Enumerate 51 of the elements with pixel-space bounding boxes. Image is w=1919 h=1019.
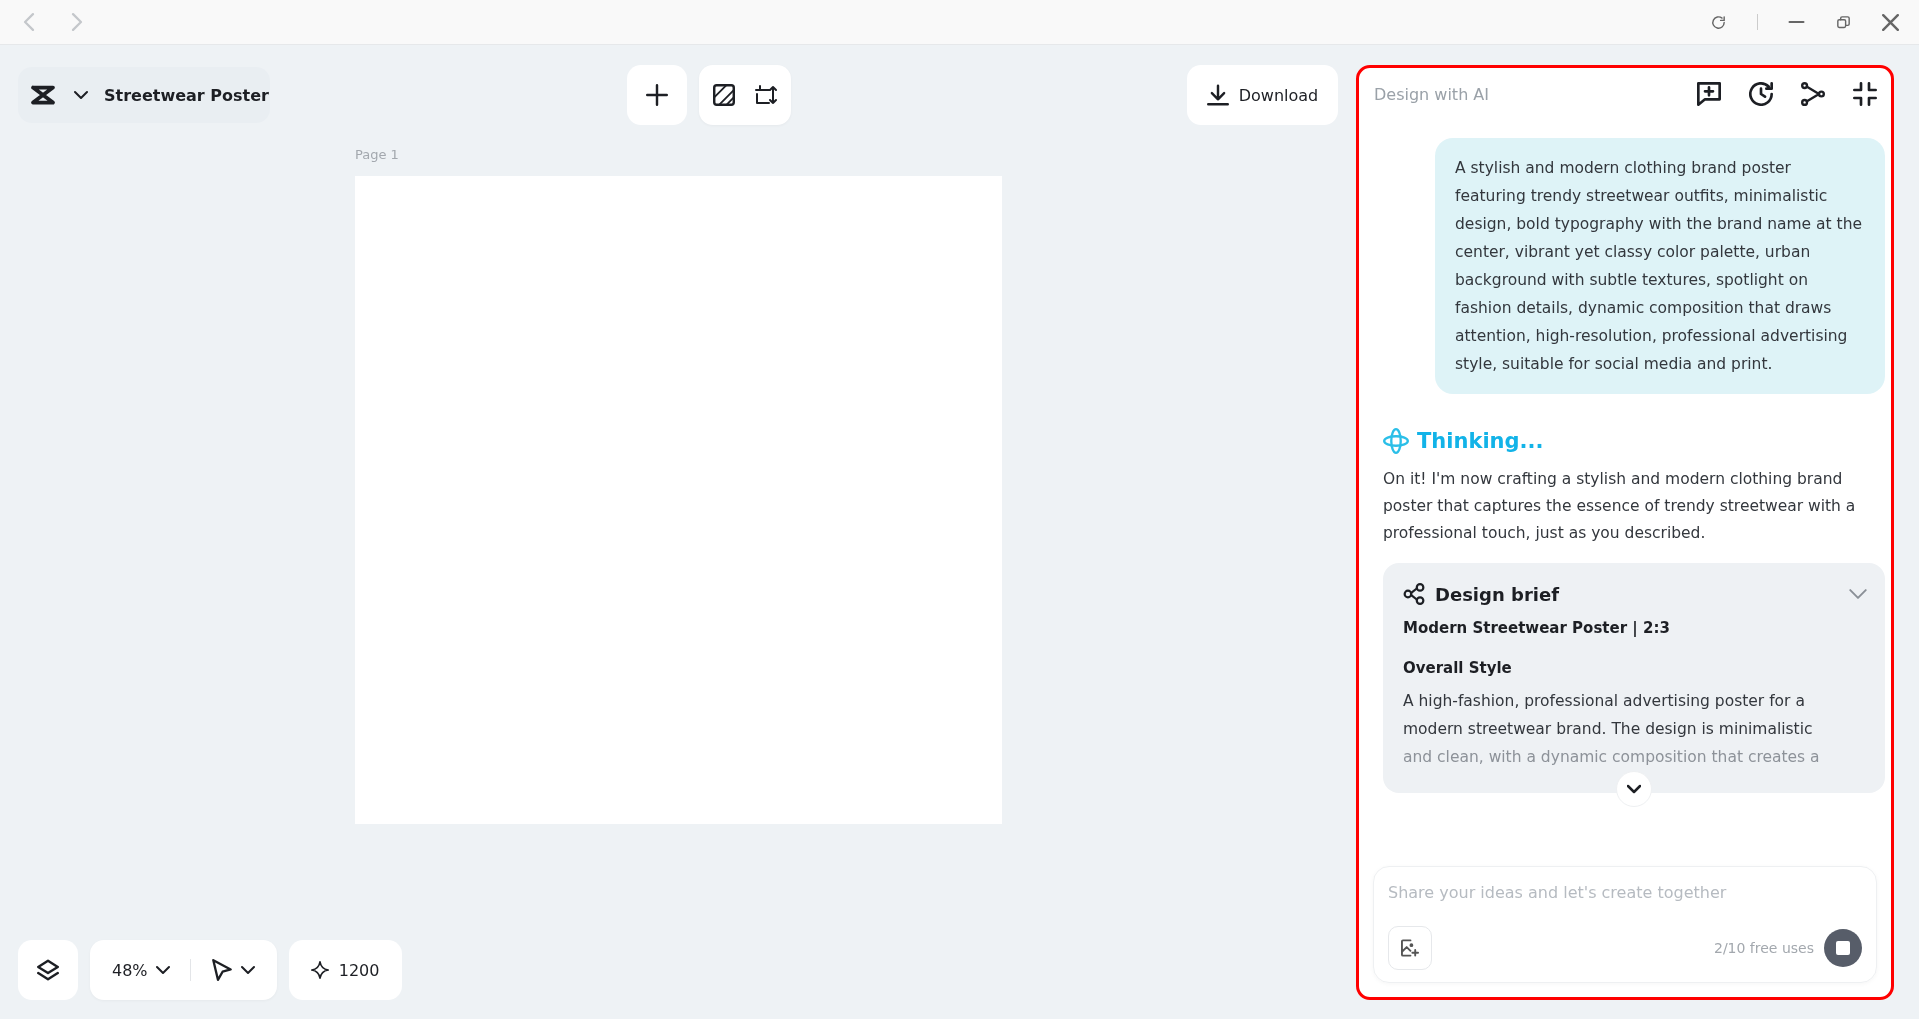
close-icon (1882, 13, 1899, 31)
image-plus-icon (1401, 939, 1419, 957)
user-message: A stylish and modern clothing brand poster featuring trendy streetwear outfits, minimalistic design, bold typography with the brand name at the center, vibrant yet classy color palette, urban background with subtle textures, spotlight on fashion details, dynamic composition that draws attention, high-resolution, professional advertising style, suitable for social media and print. (1435, 138, 1885, 394)
section-heading: Overall Style (1403, 659, 1513, 677)
collapse-icon (1853, 82, 1877, 106)
zoom-dropdown[interactable]: 48% (112, 960, 170, 980)
chevron-down-icon (1627, 782, 1641, 796)
sparkle-icon (310, 961, 329, 979)
credits-button[interactable]: 1200 (288, 940, 402, 1000)
add-image-button[interactable] (1388, 926, 1432, 970)
layers-icon (37, 959, 59, 981)
download-button[interactable]: Download (1187, 65, 1338, 125)
collapse-button[interactable] (1853, 82, 1877, 106)
plus-icon (646, 84, 668, 106)
orbit-icon (1383, 428, 1409, 454)
thinking-status: Thinking... (1417, 429, 1544, 453)
restore-icon (1835, 13, 1852, 31)
brief-title: Design brief (1435, 583, 1561, 605)
share-icon (1801, 82, 1825, 106)
history-button[interactable] (1749, 82, 1773, 106)
project-title: Streetwear Poster (104, 85, 269, 105)
caret-icon (240, 963, 255, 977)
stop-icon (1836, 941, 1850, 955)
refresh-icon (1710, 13, 1727, 31)
share-button[interactable] (1801, 82, 1825, 106)
brief-heading: Modern Streetwear Poster | 2:3 (1403, 619, 1671, 637)
layers-button[interactable] (18, 940, 78, 1000)
fill-pattern-button[interactable] (713, 84, 735, 106)
new-chat-button[interactable] (1697, 82, 1721, 106)
download-icon (1206, 84, 1229, 106)
stop-button[interactable] (1824, 929, 1862, 967)
minimize-icon (1788, 21, 1805, 23)
scroll-down-button[interactable] (1616, 771, 1652, 807)
caret-icon (74, 88, 88, 102)
resize-icon (755, 84, 777, 106)
caret-icon (155, 963, 170, 977)
faded-text: and clean, with a dynamic composition that creates a (1403, 747, 1821, 768)
add-button[interactable] (627, 65, 687, 125)
nodes-icon (1403, 583, 1425, 605)
brief-text: A high-fashion, professional advertising poster for a modern streetwear brand. The design is minimalistic (1403, 691, 1814, 740)
page-label: Page 1 (355, 147, 400, 162)
usage-count: 2/10 free uses (1713, 940, 1814, 956)
chat-plus-icon (1697, 82, 1721, 106)
panel-title: Design with AI (1374, 84, 1491, 104)
pointer-icon (210, 959, 233, 981)
pointer-tool-dropdown[interactable] (210, 959, 255, 981)
menu-caret-button[interactable] (74, 88, 88, 102)
resize-button[interactable] (755, 84, 777, 106)
ai-reply: On it! I'm now crafting a stylish and modern clothing brand poster that captures the essence of trendy streetwear with a professional touch, just as you described. (1383, 469, 1857, 544)
history-icon (1749, 82, 1773, 106)
hatched-square-icon (713, 84, 735, 106)
